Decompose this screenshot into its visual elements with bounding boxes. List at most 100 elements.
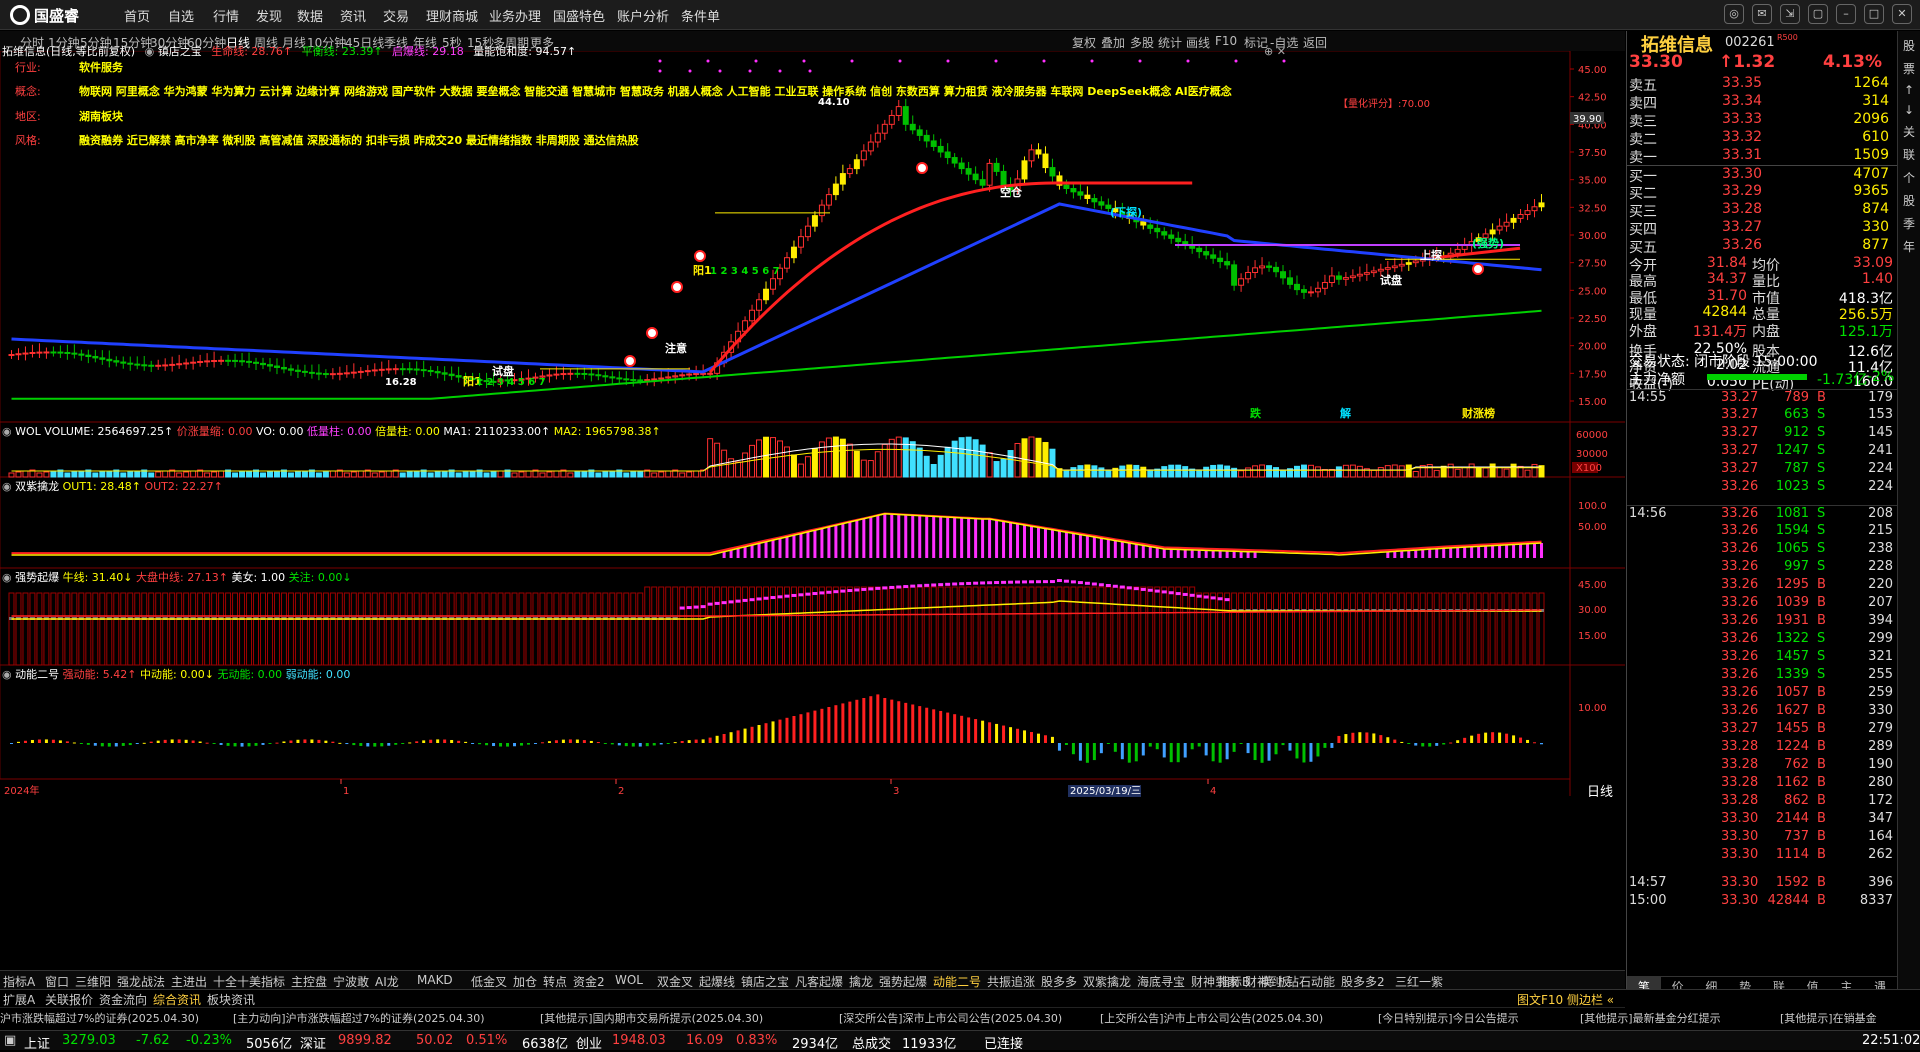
indicator-switch-icon[interactable]: ◉	[2, 480, 12, 493]
toolbar-button[interactable]: 返回	[1303, 34, 1327, 51]
news-item[interactable]: 沪市涨跌幅超过7%的证券(2025.04.30)	[0, 1010, 199, 1026]
indicator-tab[interactable]: 双紫擒龙	[1083, 973, 1131, 990]
indicator-tab[interactable]: 板	[1278, 973, 1290, 990]
menu-item[interactable]: 业务办理	[489, 6, 541, 25]
toolbar-button[interactable]: 复权	[1072, 34, 1096, 51]
indicator-tab[interactable]: MAKD	[417, 973, 453, 987]
message-icon[interactable]: ◎	[1724, 4, 1744, 24]
indicator-tab[interactable]: 双金叉	[657, 973, 693, 990]
minimize-icon[interactable]: –	[1836, 4, 1856, 24]
news-item[interactable]: [其他提示]国内期市交易所提示(2025.04.30)	[540, 1010, 763, 1026]
orderbook-row[interactable]: 卖二 33.32 610	[1627, 129, 1897, 148]
indicator-tab[interactable]: 低金叉	[471, 973, 507, 990]
indicator-tab[interactable]: 转点	[543, 973, 567, 990]
strip-item[interactable]: 票	[1898, 60, 1920, 77]
indicator-tab[interactable]: 强龙战法	[117, 973, 165, 990]
kline-chart[interactable]: 45.0042.5040.0037.5035.0032.5030.0027.50…	[0, 50, 1625, 953]
close-icon[interactable]: ✕	[1892, 4, 1912, 24]
extension-tab[interactable]: 扩展A	[3, 991, 35, 1008]
strip-item[interactable]: 年	[1898, 238, 1920, 255]
orderbook-row[interactable]: 买五 33.26 877	[1627, 237, 1897, 256]
menu-item[interactable]: 资讯	[340, 6, 366, 25]
indicator-tab[interactable]: WOL	[615, 973, 643, 987]
panel-controls[interactable]: ⊕ ✕	[1264, 45, 1286, 58]
menu-item[interactable]: 交易	[383, 6, 409, 25]
orderbook-row[interactable]: 买四 33.27 330	[1627, 219, 1897, 238]
strip-item[interactable]: ↑	[1898, 83, 1920, 97]
news-item[interactable]: [上交所公告]沪市上市公司公告(2025.04.30)	[1100, 1010, 1323, 1026]
orderbook-row[interactable]: 买二 33.29 9365	[1627, 183, 1897, 202]
indicator-tab[interactable]: 三维阳	[75, 973, 111, 990]
menu-item[interactable]: 首页	[124, 6, 150, 25]
indicator-tab[interactable]: 海底寻宝	[1137, 973, 1185, 990]
indicator-tab[interactable]: 十全十美指标	[213, 973, 285, 990]
extension-tab[interactable]: 板块资讯	[207, 991, 255, 1008]
indicator-tab[interactable]: 主进出	[171, 973, 207, 990]
indicator-tab[interactable]: 股多多2	[1341, 973, 1385, 990]
strip-item[interactable]: 个	[1898, 169, 1920, 186]
indicator-tab[interactable]: 共振追涨	[987, 973, 1035, 990]
indicator-tab[interactable]: 指标B	[1218, 973, 1250, 990]
restore-icon[interactable]: ⇲	[1780, 4, 1800, 24]
menu-item[interactable]: 自选	[168, 6, 194, 25]
p2-indicator-name[interactable]: 双紫擒龙	[15, 480, 59, 493]
menu-item[interactable]: 账户分析	[617, 6, 669, 25]
app-logo[interactable]: 国盛睿	[10, 4, 79, 26]
indicator-tab[interactable]: 股多多	[1041, 973, 1077, 990]
p4-indicator-name[interactable]: 动能二号	[15, 668, 59, 681]
indicator-switch-icon[interactable]: ◉	[145, 45, 155, 58]
indicator-tab[interactable]: 窗口	[45, 973, 69, 990]
orderbook-row[interactable]: 卖一 33.31 1509	[1627, 147, 1897, 166]
news-item[interactable]: [其他提示]在销基金	[1780, 1010, 1877, 1026]
indicator-tab[interactable]: 三红一紫	[1395, 973, 1443, 990]
extension-tab[interactable]: 资金流向	[99, 991, 147, 1008]
strip-item[interactable]: 季	[1898, 215, 1920, 232]
menu-item[interactable]: 发现	[256, 6, 282, 25]
indicator-switch-icon[interactable]: ◉	[2, 668, 12, 681]
toolbar-button[interactable]: F10	[1215, 34, 1237, 48]
indicator-tab[interactable]: 钻石动能	[1287, 973, 1335, 990]
indicator-tab[interactable]: 加仓	[513, 973, 537, 990]
indicator-tab[interactable]: 强势起爆	[879, 973, 927, 990]
indicator-tab[interactable]: AI龙	[375, 973, 399, 990]
strip-item[interactable]: 联	[1898, 146, 1920, 163]
orderbook-row[interactable]: 卖四 33.34 314	[1627, 93, 1897, 112]
orderbook-row[interactable]: 买一 33.30 4707	[1627, 165, 1897, 185]
vol-indicator-name[interactable]: WOL	[15, 425, 41, 438]
sh-label[interactable]: 上证	[24, 1033, 50, 1052]
news-item[interactable]: [今日特别提示]今日公告提示	[1378, 1010, 1519, 1026]
toolbar-button[interactable]: 统计	[1158, 34, 1182, 51]
p3-indicator-name[interactable]: 强势起爆	[15, 571, 59, 584]
indicator-tab[interactable]: 镇店之宝	[741, 973, 789, 990]
indicator-tab[interactable]: 凡客起爆	[795, 973, 843, 990]
indicator-switch-icon[interactable]: ◉	[2, 425, 12, 438]
indicator-switch-icon[interactable]: ◉	[2, 571, 12, 584]
extension-tab[interactable]: 综合资讯	[153, 991, 201, 1008]
strip-item[interactable]: 关	[1898, 123, 1920, 140]
mail-icon[interactable]: ✉	[1752, 4, 1772, 24]
indicator-tab[interactable]: 擒龙	[849, 973, 873, 990]
indicator-tab[interactable]: 主控盘	[291, 973, 327, 990]
menu-item[interactable]: 理财商城	[426, 6, 478, 25]
indicator-name[interactable]: 镇店之宝	[158, 45, 202, 58]
strip-item[interactable]: 股	[1898, 37, 1920, 54]
skin-icon[interactable]: ▢	[1808, 4, 1828, 24]
indicator-tab[interactable]: 动能二号	[933, 973, 981, 990]
news-ticker[interactable]: 沪市涨跌幅超过7%的证券(2025.04.30) [主力动向]沪市涨跌幅超过7%的…	[0, 1010, 1920, 1028]
indicator-tab[interactable]: 模	[1260, 973, 1272, 990]
cy-label[interactable]: 创业	[576, 1033, 602, 1052]
menu-item[interactable]: 国盛特色	[553, 6, 605, 25]
news-item[interactable]: [深交所公告]深市上市公司公告(2025.04.30)	[839, 1010, 1062, 1026]
extension-tab[interactable]: 关联报价	[45, 991, 93, 1008]
toolbar-button[interactable]: 叠加	[1101, 34, 1125, 51]
toolbar-button[interactable]: 画线	[1186, 34, 1210, 51]
orderbook-row[interactable]: 买三 33.28 874	[1627, 201, 1897, 220]
sz-label[interactable]: 深证	[300, 1033, 326, 1052]
indicator-tab[interactable]: 指标A	[3, 973, 35, 990]
menu-item[interactable]: 行情	[213, 6, 239, 25]
news-item[interactable]: [其他提示]最新基金分红提示	[1580, 1010, 1721, 1026]
orderbook-row[interactable]: 卖三 33.33 2096	[1627, 111, 1897, 130]
menu-item[interactable]: 条件单	[681, 6, 720, 25]
toolbar-button[interactable]: 多股	[1130, 34, 1154, 51]
indicator-tab[interactable]: 起爆线	[699, 973, 735, 990]
